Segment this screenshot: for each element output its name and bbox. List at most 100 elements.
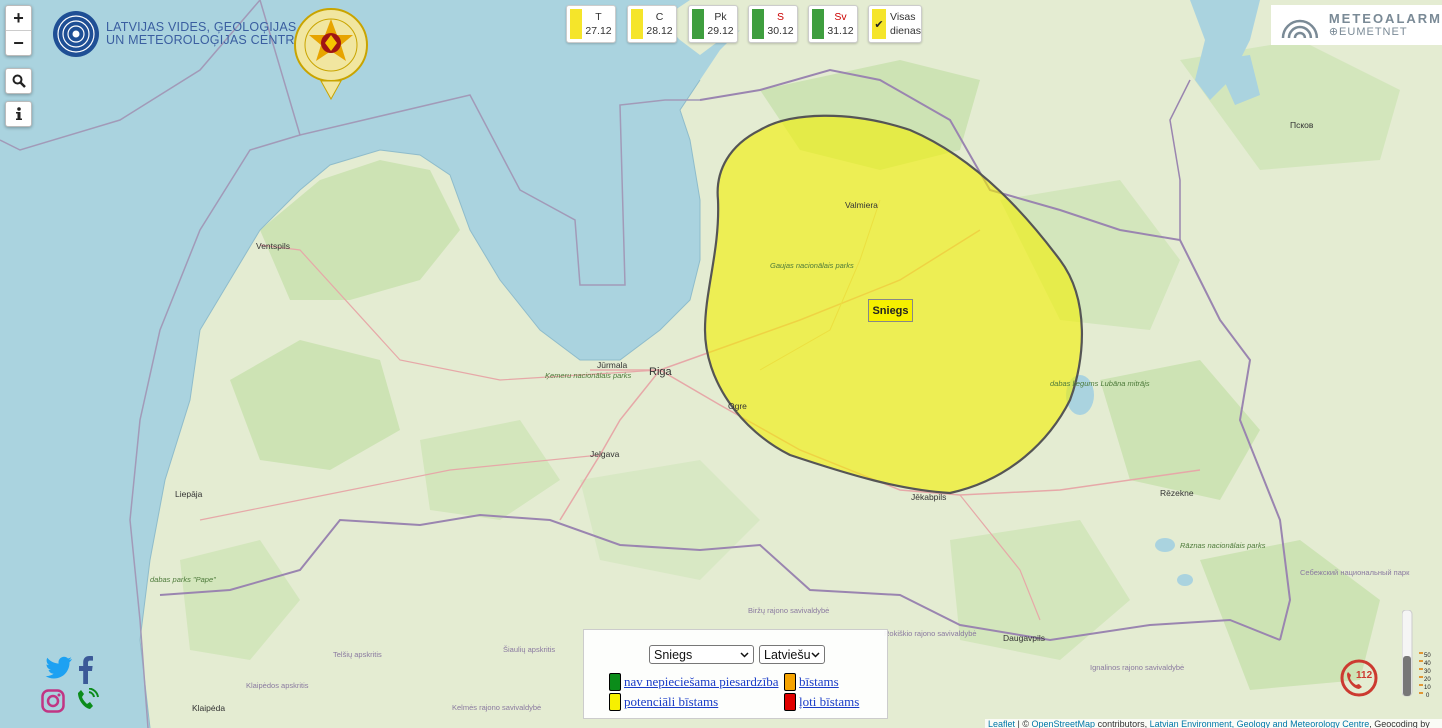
- search-button[interactable]: [6, 69, 31, 93]
- day-warning-color: [570, 9, 582, 39]
- info-icon: [15, 107, 22, 120]
- language-select-value: Latviešu: [764, 647, 811, 662]
- phenomenon-select-value: Sniegs: [654, 647, 693, 662]
- search-icon: [12, 74, 26, 88]
- city-label-riga: Riga: [649, 366, 673, 378]
- region-label-birzai: Biržų rajono savivaldybė: [748, 606, 829, 615]
- fire-rescue-emblem[interactable]: [291, 5, 371, 105]
- twitter-icon: [45, 656, 72, 679]
- meteoalarm-icon: [1281, 19, 1319, 39]
- park-label-razna: Rāznas nacionālais parks: [1180, 541, 1266, 550]
- day-date: 29.12: [707, 25, 734, 37]
- language-select[interactable]: Latviešu: [759, 645, 825, 664]
- day-button-2[interactable]: Pk 29.12: [688, 5, 738, 43]
- park-label-pape: dabas parks "Pape": [150, 575, 216, 584]
- park-label-kemeri: Ķemeru nacionālais parks: [545, 371, 632, 380]
- emergency-112-button[interactable]: 112: [1339, 658, 1379, 703]
- city-label-daugavpils: Daugavpils: [1003, 633, 1045, 643]
- phone-link[interactable]: [75, 687, 99, 719]
- zoom-level-slider[interactable]: 50 40 30 20 10 0: [1401, 609, 1438, 705]
- all-days-label-2: dienas: [890, 25, 921, 37]
- emergency-phone-icon: 112: [1340, 659, 1378, 697]
- legend-item-yellow: potenciāli bīstams: [609, 693, 718, 711]
- day-warning-color: [692, 9, 704, 39]
- region-label-ignalina: Ignalinos rajono savivaldybė: [1090, 663, 1184, 672]
- city-label-rezekne: Rēzekne: [1160, 488, 1194, 498]
- legend-swatch: [784, 693, 796, 711]
- park-label-gauja: Gaujas nacionālais parks: [770, 261, 854, 270]
- region-label-telsiai: Telšių apskritis: [333, 650, 382, 659]
- region-label-kelme: Kelmės rajono savivaldybė: [452, 703, 541, 712]
- zoom-control: + −: [5, 5, 32, 56]
- meteoalarm-logo[interactable]: METEOALARM ⊕EUMETNET: [1271, 5, 1442, 45]
- legend-swatch: [609, 693, 621, 711]
- day-button-0[interactable]: T 27.12: [566, 5, 616, 43]
- map-canvas[interactable]: Riga Jūrmala Ventspils Liepāja Jelgava O…: [0, 0, 1442, 728]
- legend-panel: Sniegs Latviešu nav nepieciešama piesard…: [583, 629, 888, 719]
- day-date: 30.12: [767, 25, 794, 37]
- city-label-jekabpils: Jēkabpils: [911, 492, 946, 502]
- zoom-in-button[interactable]: +: [6, 6, 31, 30]
- legend-swatch: [609, 673, 621, 691]
- meteoalarm-text: METEOALARM: [1328, 10, 1442, 26]
- phenomenon-select[interactable]: Sniegs: [649, 645, 754, 664]
- day-name: C: [655, 11, 664, 23]
- legend-swatch: [784, 673, 796, 691]
- osm-link[interactable]: OpenStreetMap: [1032, 719, 1096, 728]
- all-days-toggle[interactable]: ✔ Visas dienas: [868, 5, 922, 43]
- zoom-slider-graphic: 50 40 30 20 10 0: [1401, 609, 1431, 699]
- svg-text:112: 112: [1356, 670, 1373, 681]
- region-label-rokiskis: Rokiškio rajono savivaldybė: [884, 629, 977, 638]
- city-label-pskov: Псков: [1290, 120, 1314, 130]
- facebook-link[interactable]: [78, 656, 94, 689]
- facebook-icon: [79, 656, 93, 684]
- chevron-down-icon: [740, 651, 749, 658]
- zoom-out-button[interactable]: −: [6, 30, 31, 55]
- legend-link-very-dangerous[interactable]: ļoti bīstams: [799, 694, 859, 710]
- day-name: S: [776, 11, 784, 23]
- legend-item-green: nav nepieciešama piesardzība: [609, 673, 778, 691]
- info-button[interactable]: [6, 102, 31, 126]
- city-label-valmiera: Valmiera: [845, 200, 878, 210]
- lvgmc-name-line2: UN METEOROLOĢIJAS CENTRS: [106, 33, 304, 47]
- svg-text:10: 10: [1424, 685, 1431, 691]
- legend-item-orange: bīstams: [784, 673, 839, 691]
- lvgmc-link[interactable]: Latvian Environment, Geology and Meteoro…: [1150, 719, 1370, 728]
- svg-text:50: 50: [1424, 653, 1431, 659]
- day-date: 27.12: [585, 25, 612, 37]
- day-date: 28.12: [646, 25, 673, 37]
- search-control: [5, 68, 32, 94]
- city-label-liepaja: Liepāja: [175, 489, 203, 499]
- legend-link-potentially-dangerous[interactable]: potenciāli bīstams: [624, 694, 718, 710]
- park-label-lubans: dabas liegums Lubāna mitrājs: [1050, 379, 1150, 388]
- fire-rescue-badge-icon: [294, 8, 368, 101]
- twitter-link[interactable]: [45, 656, 73, 685]
- city-label-ventspils: Ventspils: [256, 241, 290, 251]
- day-name: Sv: [834, 11, 847, 23]
- day-button-1[interactable]: C 28.12: [627, 5, 677, 43]
- lvgmc-emblem-icon: [53, 11, 99, 57]
- day-date: 31.12: [827, 25, 854, 37]
- warning-area-label[interactable]: Sniegs: [868, 299, 913, 322]
- day-name: Pk: [714, 11, 727, 23]
- day-warning-color: [812, 9, 824, 39]
- city-label-jurmala: Jūrmala: [597, 360, 628, 370]
- day-button-4[interactable]: Sv 31.12: [808, 5, 858, 43]
- day-warning-color: [631, 9, 643, 39]
- day-warning-color: [752, 9, 764, 39]
- svg-text:20: 20: [1424, 677, 1431, 683]
- instagram-link[interactable]: [41, 689, 65, 718]
- day-button-3[interactable]: S 30.12: [748, 5, 798, 43]
- legend-item-red: ļoti bīstams: [784, 693, 859, 711]
- region-label-siauliai: Šiaulių apskritis: [503, 645, 555, 654]
- region-label-klaipeda: Klaipėdos apskritis: [246, 681, 309, 690]
- instagram-icon: [41, 689, 65, 713]
- leaflet-link[interactable]: Leaflet: [988, 719, 1015, 728]
- lvgmc-logo[interactable]: LATVIJAS VIDES, ĢEOLOĢIJAS UN METEOROLOĢ…: [52, 10, 303, 58]
- eumetnet-icon: ⊕: [1328, 25, 1340, 38]
- day-selector: T 27.12 C 28.12 Pk 29.12 S 30.12 Sv 31.12 ✔ V…: [566, 5, 932, 43]
- svg-text:0: 0: [1426, 693, 1430, 699]
- legend-link-dangerous[interactable]: bīstams: [799, 674, 839, 690]
- legend-link-no-caution[interactable]: nav nepieciešama piesardzība: [624, 674, 778, 690]
- svg-text:40: 40: [1424, 661, 1431, 667]
